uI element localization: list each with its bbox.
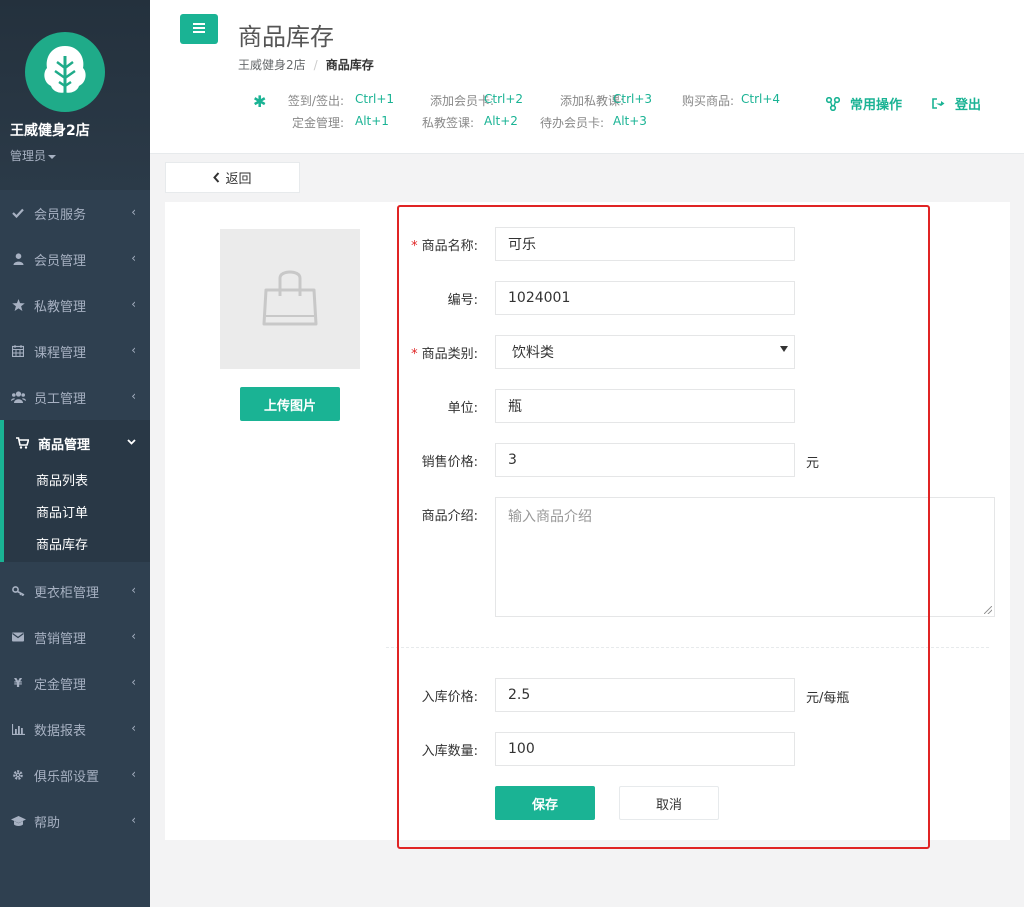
chevron-left-icon: ‹ [131,583,136,597]
shortcut-label: 定金管理: [291,116,344,130]
graduation-cap-icon [10,814,26,828]
sidebar-item-label: 数据报表 [34,723,87,739]
sidebar-item-label: 商品管理 [38,437,91,453]
cart-icon [14,436,30,450]
sidebar-subitem-goods-stock[interactable]: 商品库存 [4,530,150,562]
sidebar-item-deposit-management[interactable]: ¥ 定金管理 ‹ [0,660,150,706]
user-icon [10,252,26,266]
key-icon [10,584,26,598]
sidebar-item-course-management[interactable]: 课程管理 ‹ [0,328,150,374]
chevron-left-icon: ‹ [131,297,136,311]
chevron-left-icon: ‹ [131,389,136,403]
resize-grip-icon[interactable] [984,606,992,614]
shortcut-label: 签到/签出: [287,94,344,108]
sidebar-item-label: 员工管理 [34,391,87,407]
menu-toggle-button[interactable] [180,14,218,44]
breadcrumb-shop[interactable]: 王威健身2店 [238,58,306,72]
shortcut-label: 待办会员卡: [539,116,604,130]
sidebar-item-data-reports[interactable]: 数据报表 ‹ [0,706,150,752]
chevron-left-icon: ‹ [131,205,136,219]
sidebar-item-help[interactable]: 帮助 ‹ [0,798,150,844]
share-nodes-icon [826,96,840,111]
check-icon [10,206,26,220]
sidebar-item-member-service[interactable]: 会员服务 ‹ [0,190,150,236]
logout-button[interactable]: 登出 [932,94,981,113]
logout-label: 登出 [955,98,982,113]
sidebar-item-staff-management[interactable]: 员工管理 ‹ [0,374,150,420]
shopping-bag-icon [262,266,318,332]
bar-chart-icon [10,722,26,736]
chevron-left-icon: ‹ [131,813,136,827]
star-icon [10,298,26,312]
page-title: 商品库存 [238,23,334,51]
shortcut-label: 私教签课: [421,116,474,130]
chevron-down-icon [127,434,136,448]
calendar-icon [10,344,26,358]
sidebar-item-label: 帮助 [34,815,61,831]
breadcrumb-separator: / [313,58,318,72]
sidebar-item-label: 营销管理 [34,631,87,647]
sidebar-item-club-settings[interactable]: 俱乐部设置 ‹ [0,752,150,798]
shortcut-key: Alt+3 [613,114,647,128]
shortcut-key: Ctrl+2 [484,92,524,106]
role-dropdown[interactable]: 管理员 [10,147,57,164]
shortcut-key: Ctrl+3 [613,92,653,106]
back-label: 返回 [225,172,252,187]
chevron-left-icon: ‹ [131,721,136,735]
breadcrumb-current: 商品库存 [325,58,374,72]
sidebar-item-goods-management[interactable]: 商品管理 [4,420,150,466]
yen-icon: ¥ [13,676,23,690]
shortcut-key: Alt+2 [484,114,518,128]
sidebar-item-label: 课程管理 [34,345,87,361]
sidebar-subitem-goods-list[interactable]: 商品列表 [4,466,150,498]
top-header: 商品库存 王威健身2店 / 商品库存 ✱ 签到/签出: Ctrl+1 添加会员卡: … [150,0,1024,154]
users-icon [10,390,26,404]
shortcut-key: Alt+1 [355,114,389,128]
hamburger-icon [193,22,205,37]
sidebar-group-goods: 商品管理 商品列表 商品订单 商品库存 [0,420,150,562]
shortcut-label: 添加私教课: [559,94,624,108]
chevron-left-icon: ‹ [131,767,136,781]
caret-down-icon [48,154,57,159]
sidebar: 王威健身2店 管理员 会员服务 ‹ 会员管理 ‹ 私教管理 ‹ 课程管理 ‹ 员… [0,0,150,907]
role-label: 管理员 [10,149,47,163]
shortcut-label: 添加会员卡: [429,94,494,108]
breadcrumb: 王威健身2店 / 商品库存 [238,56,374,73]
sidebar-item-label: 俱乐部设置 [34,769,100,785]
gear-icon [10,768,26,782]
common-ops-label: 常用操作 [850,98,903,113]
shortcut-key: Ctrl+4 [741,92,781,106]
profile-area: 王威健身2店 管理员 [0,0,150,190]
shop-name: 王威健身2店 [10,123,90,139]
sidebar-nav: 会员服务 ‹ 会员管理 ‹ 私教管理 ‹ 课程管理 ‹ 员工管理 ‹ 商品管理 [0,190,150,844]
chevron-left-icon: ‹ [131,251,136,265]
back-button[interactable]: 返回 [165,162,300,193]
product-image-placeholder [220,229,360,369]
highlight-box [397,205,930,849]
sidebar-item-private-coach[interactable]: 私教管理 ‹ [0,282,150,328]
sidebar-item-locker-management[interactable]: 更衣柜管理 ‹ [0,568,150,614]
sidebar-item-label: 更衣柜管理 [34,585,100,601]
chevron-left-icon: ‹ [131,675,136,689]
chevron-left-icon: ‹ [131,629,136,643]
sidebar-item-member-management[interactable]: 会员管理 ‹ [0,236,150,282]
club-logo [25,32,105,112]
chevron-left-icon: ‹ [131,343,136,357]
sidebar-item-label: 会员管理 [34,253,87,269]
chevron-left-icon [213,172,220,183]
sidebar-item-label: 私教管理 [34,299,87,315]
sidebar-item-marketing-management[interactable]: 营销管理 ‹ [0,614,150,660]
shortcut-label: 购买商品: [681,94,734,108]
sign-out-icon [932,98,945,109]
sidebar-subitem-goods-orders[interactable]: 商品订单 [4,498,150,530]
shortcut-key: Ctrl+1 [355,92,395,106]
upload-image-button[interactable]: 上传图片 [240,387,340,421]
common-ops-button[interactable]: 常用操作 [826,94,902,113]
envelope-icon [10,630,26,644]
sidebar-item-label: 会员服务 [34,207,87,223]
sidebar-item-label: 定金管理 [34,677,87,693]
